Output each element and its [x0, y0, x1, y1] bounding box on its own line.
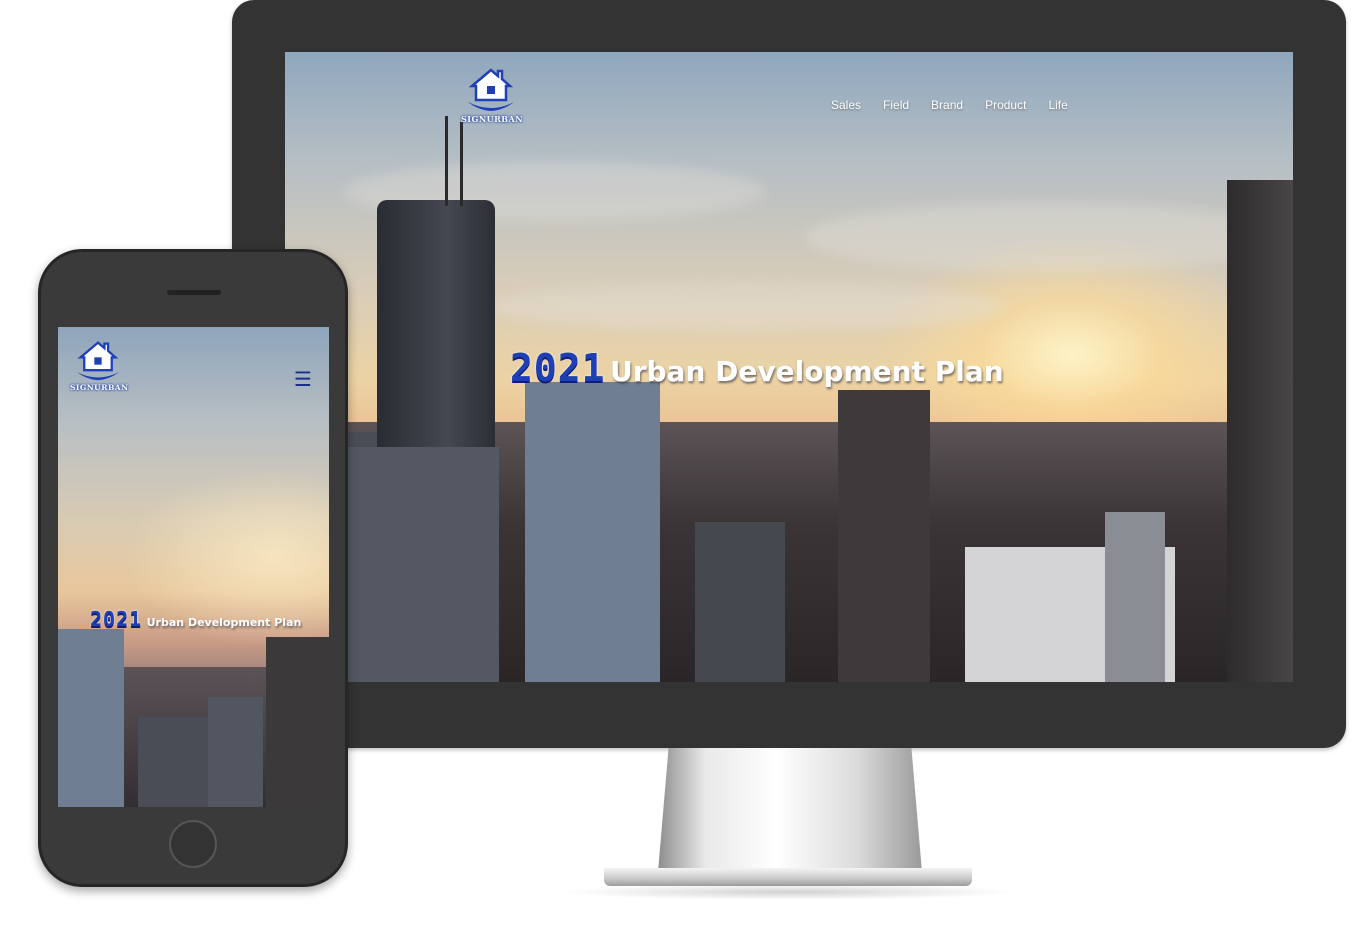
mobile-city-skyline: [58, 617, 329, 807]
cloud: [485, 282, 1005, 332]
hero-heading: 2021 Urban Development Plan: [510, 346, 1004, 390]
mobile-phone-frame: SIGNURBAN ☰ 2021 Urban Development Plan: [38, 249, 348, 887]
nav-item-field[interactable]: Field: [883, 98, 909, 112]
building: [347, 447, 499, 682]
mobile-site-logo[interactable]: SIGNURBAN: [70, 339, 129, 392]
antenna: [460, 122, 463, 206]
nav-item-life[interactable]: Life: [1048, 98, 1067, 112]
mobile-screen: SIGNURBAN ☰ 2021 Urban Development Plan: [58, 327, 329, 807]
nav-item-sales[interactable]: Sales: [831, 98, 861, 112]
house-logo-icon: [468, 68, 514, 111]
menu-icon[interactable]: ☰: [294, 369, 312, 389]
main-nav: Sales Field Brand Product Life: [831, 98, 1068, 112]
cloud: [805, 202, 1285, 272]
site-logo[interactable]: SIGNURBAN: [461, 66, 524, 124]
antenna: [445, 116, 448, 206]
nav-item-product[interactable]: Product: [985, 98, 1026, 112]
hero-year: 2021: [510, 346, 606, 390]
mobile-house-logo-icon: [76, 341, 120, 381]
tower-right: [1227, 180, 1293, 682]
phone-speaker: [167, 290, 221, 295]
phone-home-button[interactable]: [169, 820, 217, 868]
monitor-stand-neck: [658, 748, 922, 872]
mobile-hero-heading: 2021 Urban Development Plan: [90, 607, 301, 631]
logo-text: SIGNURBAN: [461, 114, 524, 124]
nav-item-brand[interactable]: Brand: [931, 98, 963, 112]
desktop-monitor-frame: SIGNURBAN Sales Field Brand Product Life…: [232, 0, 1346, 748]
mobile-hero-title-text: Urban Development Plan: [146, 616, 302, 629]
desktop-screen: SIGNURBAN Sales Field Brand Product Life…: [285, 52, 1293, 682]
monitor-shadow: [560, 884, 1020, 900]
mobile-hero-year: 2021: [90, 607, 143, 631]
hero-title-text: Urban Development Plan: [609, 355, 1004, 388]
mobile-logo-text: SIGNURBAN: [70, 383, 129, 392]
